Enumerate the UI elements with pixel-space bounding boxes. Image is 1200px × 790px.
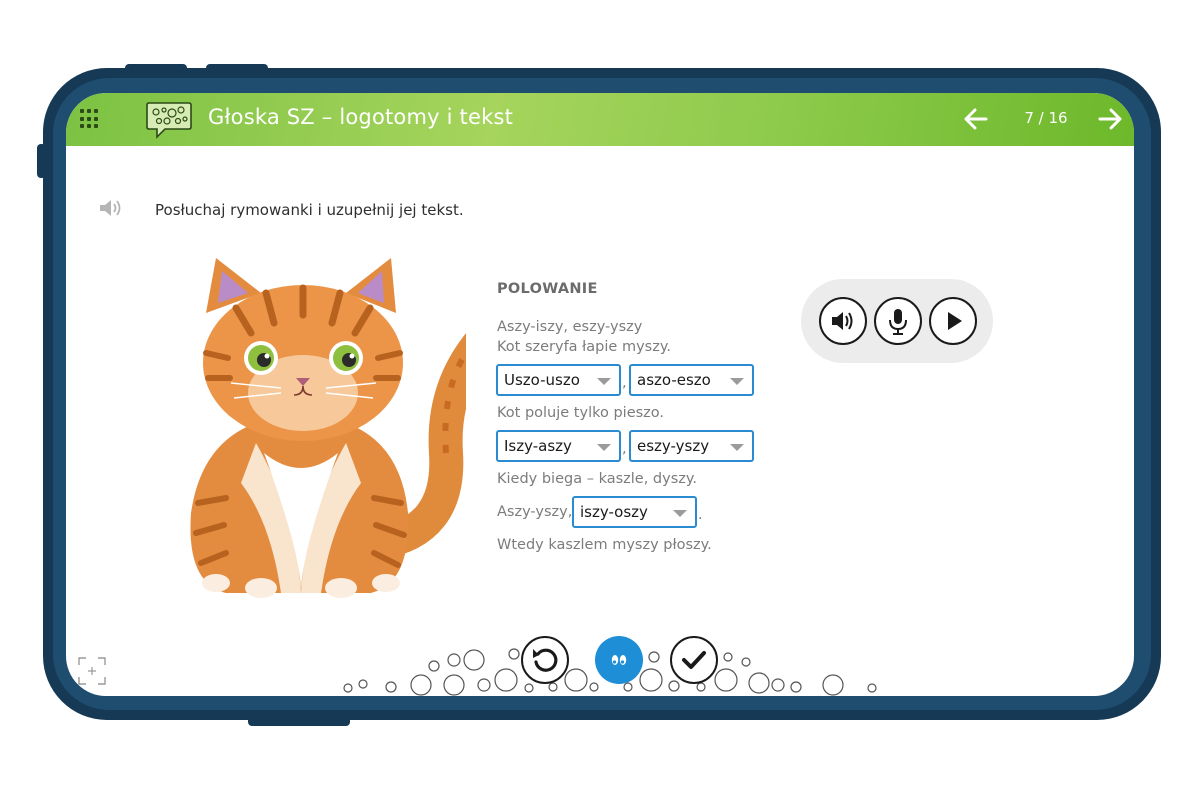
dropdown-1[interactable]: Uszo-uszo (496, 364, 621, 396)
cat-illustration (190, 258, 466, 598)
arrow-left-icon[interactable] (962, 105, 990, 133)
poem-title: POLOWANIE (497, 281, 598, 297)
period-separator: . (698, 507, 703, 523)
play-button[interactable] (929, 297, 977, 345)
instruction-text: Posłuchaj rymowanki i uzupełnij jej teks… (155, 201, 464, 219)
media-controls (801, 279, 993, 363)
chevron-down-icon (597, 444, 611, 451)
reset-icon (533, 648, 558, 672)
dropdown-2[interactable]: aszo-eszo (629, 364, 754, 396)
poem-line-5-prefix: Aszy-yszy, (497, 504, 573, 520)
dropdown-3-value: Iszy-aszy (504, 437, 572, 455)
microphone-icon (889, 309, 907, 335)
poem-line-3: Kot poluje tylko pieszo. (497, 405, 665, 421)
dropdown-4-value: eszy-yszy (637, 437, 710, 455)
dropdown-3[interactable]: Iszy-aszy (496, 430, 621, 462)
chevron-down-icon (730, 378, 744, 385)
dropdown-2-value: aszo-eszo (637, 371, 711, 389)
dropdown-1-value: Uszo-uszo (504, 371, 580, 389)
poem-line-4: Kiedy biega – kaszle, dyszy. (497, 471, 697, 487)
chevron-down-icon (673, 510, 687, 517)
hint-button[interactable] (595, 636, 643, 684)
speech-bubble-logo-icon (146, 102, 192, 139)
poem-line-6: Wtedy kaszlem myszy płoszy. (497, 537, 712, 553)
speaker-icon[interactable] (97, 197, 123, 219)
poem-line-1: Aszy-iszy, eszy-yszy (497, 319, 643, 335)
poem-line-2: Kot szeryfa łapie myszy. (497, 339, 671, 355)
expand-icon[interactable] (77, 656, 107, 686)
play-icon (948, 312, 962, 330)
dropdown-4[interactable]: eszy-yszy (629, 430, 754, 462)
play-audio-button[interactable] (819, 297, 867, 345)
page-counter: 7 / 16 (1024, 109, 1068, 127)
grid-icon[interactable] (80, 109, 100, 129)
check-icon (682, 651, 706, 669)
comma-separator: , (622, 441, 627, 457)
record-button[interactable] (874, 297, 922, 345)
header-bar: Głoska SZ – logotomy i tekst 7 / 16 (66, 93, 1134, 146)
arrow-right-icon[interactable] (1096, 105, 1124, 133)
dropdown-5[interactable]: iszy-oszy (572, 496, 697, 528)
speaker-icon (832, 312, 853, 330)
chevron-down-icon (730, 444, 744, 451)
chevron-down-icon (597, 378, 611, 385)
dropdown-5-value: iszy-oszy (580, 503, 648, 521)
check-button[interactable] (670, 636, 718, 684)
reset-button[interactable] (521, 636, 569, 684)
eyes-icon (611, 655, 627, 665)
screen: Głoska SZ – logotomy i tekst 7 / 16 Posł… (66, 93, 1134, 696)
comma-separator: , (622, 375, 627, 391)
page-title: Głoska SZ – logotomy i tekst (208, 105, 514, 129)
